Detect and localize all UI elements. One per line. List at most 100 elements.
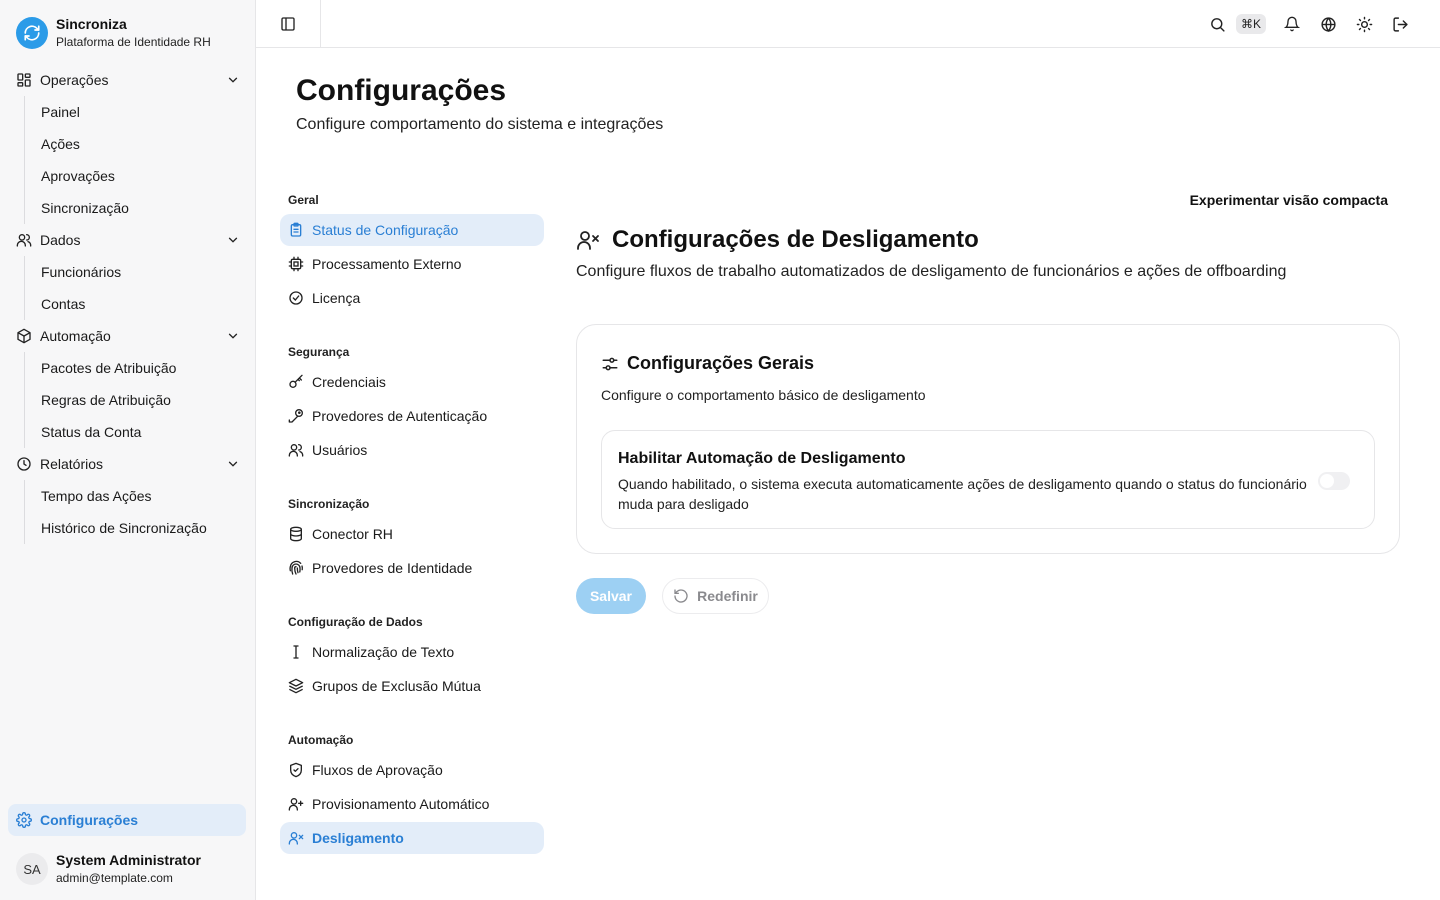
user-profile[interactable]: SA System Administrator admin@template.c…	[16, 852, 201, 886]
nav-group-label: Dados	[40, 232, 81, 248]
settings-item-label: Licença	[312, 290, 361, 306]
nav-group-header-dados[interactable]: Dados	[8, 224, 248, 256]
nav-group-header-automacao[interactable]: Automação	[8, 320, 248, 352]
reset-button[interactable]: Redefinir	[662, 578, 769, 614]
sliders-icon	[601, 355, 619, 373]
sync-logo-icon	[16, 17, 48, 49]
nav-group-automacao: Automação Pacotes de Atribuição Regras d…	[8, 320, 248, 448]
section-header: Configurações de Desligamento	[576, 226, 979, 254]
settings-item-label: Credenciais	[312, 374, 386, 390]
bell-icon	[1284, 16, 1300, 32]
sidebar-item-acoes[interactable]: Ações	[25, 128, 248, 160]
reset-label: Redefinir	[697, 588, 758, 604]
card-header: Configurações Gerais	[601, 353, 814, 374]
search-icon	[1209, 16, 1226, 33]
text-cursor-icon	[288, 644, 304, 660]
nav-group-label: Automação	[40, 328, 111, 344]
settings-item-label: Grupos de Exclusão Mútua	[312, 678, 481, 694]
user-x-icon	[576, 228, 600, 252]
sidebar-nav: Operações Painel Ações Aprovações Sincro…	[8, 64, 248, 544]
shield-check-icon	[288, 762, 304, 778]
nav-group-relatorios: Relatórios Tempo das Ações Histórico de …	[8, 448, 248, 544]
settings-item-label: Processamento Externo	[312, 256, 462, 272]
settings-item-provisionamento[interactable]: Provisionamento Automático	[280, 788, 544, 820]
sidebar-item-tempo-acoes[interactable]: Tempo das Ações	[25, 480, 248, 512]
user-name: System Administrator	[56, 852, 201, 868]
sidebar-item-status-conta[interactable]: Status da Conta	[25, 416, 248, 448]
setting-title: Habilitar Automação de Desligamento	[618, 450, 906, 467]
settings-item-label: Desligamento	[312, 830, 404, 846]
nav-group-items: Pacotes de Atribuição Regras de Atribuiç…	[24, 352, 248, 448]
settings-item-credenciais[interactable]: Credenciais	[280, 366, 544, 398]
main-content: ⌘K Configurações Configure comportamento…	[256, 0, 1440, 900]
general-settings-card: Configurações Gerais Configure o comport…	[576, 324, 1400, 554]
sidebar-settings-label: Configurações	[40, 812, 139, 828]
settings-section-title: Sincronização	[288, 497, 370, 511]
card-description: Configure o comportamento básico de desl…	[601, 387, 926, 403]
rotate-ccw-icon	[673, 588, 689, 604]
settings-section-title: Segurança	[288, 345, 350, 359]
users-icon	[288, 442, 304, 458]
gear-icon	[16, 812, 32, 828]
card-title: Configurações Gerais	[627, 353, 815, 373]
settings-item-label: Provedores de Identidade	[312, 560, 473, 576]
setting-row-enable-automation: Habilitar Automação de Desligamento Quan…	[601, 430, 1375, 529]
nav-group-header-operacoes[interactable]: Operações	[8, 64, 248, 96]
nav-group-items: Tempo das Ações Histórico de Sincronizaç…	[24, 480, 248, 544]
user-plus-icon	[288, 796, 304, 812]
settings-item-fluxos-aprovacao[interactable]: Fluxos de Aprovação	[280, 754, 544, 786]
enable-automation-toggle[interactable]	[1318, 472, 1350, 490]
sidebar-item-regras[interactable]: Regras de Atribuição	[25, 384, 248, 416]
notifications-button[interactable]	[1280, 12, 1304, 36]
globe-icon	[1320, 16, 1337, 33]
settings-item-normalizacao-texto[interactable]: Normalização de Texto	[280, 636, 544, 668]
dashboard-grid-icon	[16, 72, 32, 88]
sidebar-item-painel[interactable]: Painel	[25, 96, 248, 128]
settings-item-grupos-exclusao[interactable]: Grupos de Exclusão Mútua	[280, 670, 544, 702]
key-round-icon	[288, 408, 304, 424]
sidebar-item-historico-sync[interactable]: Histórico de Sincronização	[25, 512, 248, 544]
nav-group-operacoes: Operações Painel Ações Aprovações Sincro…	[8, 64, 248, 224]
language-button[interactable]	[1316, 12, 1340, 36]
setting-description: Quando habilitado, o sistema executa aut…	[618, 476, 1307, 512]
settings-item-provedores-identidade[interactable]: Provedores de Identidade	[280, 552, 544, 584]
sidebar: Sincroniza Plataforma de Identidade RH O…	[0, 0, 256, 900]
settings-item-processamento-externo[interactable]: Processamento Externo	[280, 248, 544, 280]
section-title: Configurações de Desligamento	[612, 226, 979, 253]
sidebar-item-contas[interactable]: Contas	[25, 288, 248, 320]
settings-item-conector-rh[interactable]: Conector RH	[280, 518, 544, 550]
settings-item-label: Provisionamento Automático	[312, 796, 490, 812]
theme-toggle-button[interactable]	[1352, 12, 1376, 36]
save-button[interactable]: Salvar	[576, 578, 646, 614]
brand[interactable]: Sincroniza Plataforma de Identidade RH	[16, 16, 211, 50]
sidebar-item-aprovacoes[interactable]: Aprovações	[25, 160, 248, 192]
compact-view-link[interactable]: Experimentar visão compacta	[1190, 192, 1388, 208]
nav-group-header-relatorios[interactable]: Relatórios	[8, 448, 248, 480]
brand-subtitle: Plataforma de Identidade RH	[56, 35, 211, 49]
fingerprint-icon	[288, 560, 304, 576]
settings-item-licenca[interactable]: Licença	[280, 282, 544, 314]
logout-button[interactable]	[1388, 12, 1412, 36]
settings-item-label: Status de Configuração	[312, 222, 459, 238]
settings-item-provedores-autenticacao[interactable]: Provedores de Autenticação	[280, 400, 544, 432]
clipboard-icon	[288, 222, 304, 238]
settings-item-desligamento[interactable]: Desligamento	[280, 822, 544, 854]
settings-item-status-configuracao[interactable]: Status de Configuração	[280, 214, 544, 246]
settings-item-label: Fluxos de Aprovação	[312, 762, 443, 778]
sidebar-item-pacotes[interactable]: Pacotes de Atribuição	[25, 352, 248, 384]
key-icon	[288, 374, 304, 390]
brand-name: Sincroniza	[56, 16, 127, 32]
sidebar-item-configuracoes[interactable]: Configurações	[8, 804, 246, 836]
user-x-icon	[288, 830, 304, 846]
clock-icon	[16, 456, 32, 472]
settings-item-usuarios[interactable]: Usuários	[280, 434, 544, 466]
sidebar-item-sincronizacao[interactable]: Sincronização	[25, 192, 248, 224]
chevron-down-icon	[226, 73, 240, 87]
sidebar-item-funcionarios[interactable]: Funcionários	[25, 256, 248, 288]
package-icon	[16, 328, 32, 344]
search-button[interactable]	[1206, 12, 1230, 36]
panel-left-icon	[280, 16, 296, 32]
sidebar-toggle-button[interactable]	[256, 0, 321, 48]
sun-icon	[1356, 16, 1373, 33]
cpu-icon	[288, 256, 304, 272]
